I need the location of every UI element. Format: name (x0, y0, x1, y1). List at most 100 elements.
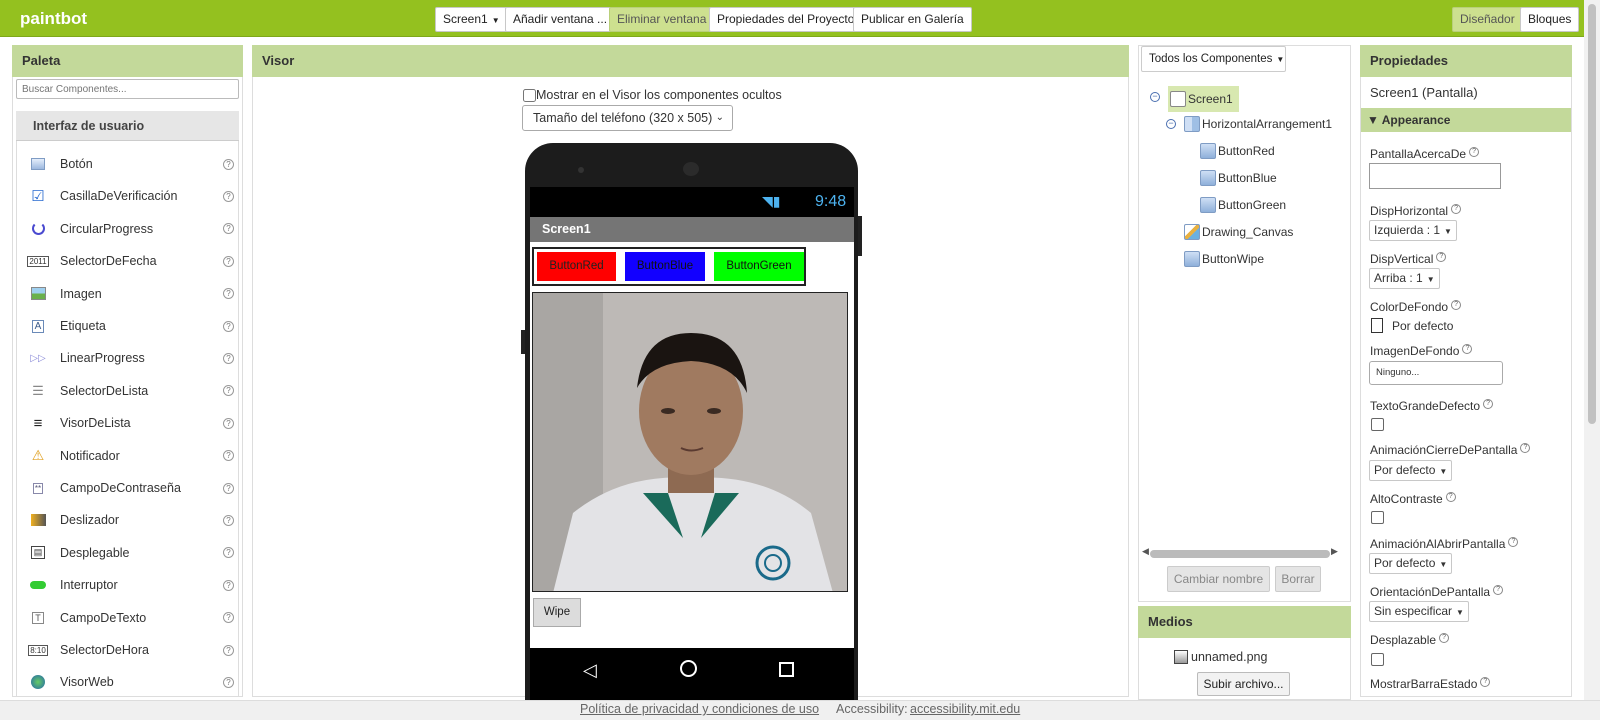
add-screen-button[interactable]: Añadir ventana ... (505, 7, 616, 32)
recents-icon[interactable] (779, 662, 794, 677)
palette-item-desplegable[interactable]: ▤ Desplegable? (18, 537, 240, 569)
help-icon[interactable]: ? (223, 514, 234, 526)
blocks-button[interactable]: Bloques (1520, 7, 1580, 32)
open-anim-select[interactable]: Por defecto ▼ (1369, 553, 1453, 574)
help-icon[interactable]: ? (223, 482, 234, 494)
appearance-section[interactable]: ▼ Appearance (1361, 108, 1571, 132)
remove-screen-button[interactable]: Eliminar ventana (609, 7, 715, 32)
media-file-item[interactable]: unnamed.png (1174, 650, 1267, 664)
palette-item-etiqueta[interactable]: A Etiqueta? (18, 310, 240, 342)
palette-item-selectordehora[interactable]: 8:10 SelectorDeHora? (18, 634, 240, 666)
tree-item-drawing_canvas[interactable]: Drawing_Canvas (1184, 221, 1293, 243)
palette-item-campodetexto[interactable]: T CampoDeTexto? (18, 602, 240, 634)
palette-item-deslizador[interactable]: Deslizador? (18, 504, 240, 536)
help-icon[interactable]: ? (223, 158, 234, 170)
help-icon[interactable]: ? (223, 352, 234, 364)
scroll-right-icon[interactable]: ▶ (1331, 546, 1338, 557)
publish-button[interactable]: Publicar en Galería (853, 7, 972, 32)
palette-item-casilladeverificación[interactable]: ☑ CasillaDeVerificación? (18, 180, 240, 212)
tree-item-buttongreen[interactable]: ButtonGreen (1200, 194, 1286, 216)
accessibility-link[interactable]: accessibility.mit.edu (910, 702, 1020, 716)
help-icon[interactable]: ? (1451, 204, 1462, 214)
drawing-canvas[interactable] (532, 292, 848, 592)
valign-select[interactable]: Arriba : 1 ▼ (1369, 268, 1440, 289)
back-icon[interactable]: ◁ (583, 660, 597, 681)
help-icon[interactable]: ? (223, 288, 234, 300)
palette-section-user-interface[interactable]: Interfaz de usuario (16, 111, 239, 141)
help-icon[interactable]: ? (1451, 300, 1462, 310)
privacy-link[interactable]: Política de privacidad y condiciones de … (580, 702, 819, 716)
palette-item-visordelista[interactable]: ≡ VisorDeLista? (18, 407, 240, 439)
tree-item-screen1[interactable]: Screen1 (1168, 86, 1239, 112)
help-icon[interactable]: ? (223, 612, 234, 624)
palette-item-selectordelista[interactable]: ☰ SelectorDeLista? (18, 375, 240, 407)
upload-file-button[interactable]: Subir archivo... (1197, 672, 1290, 696)
help-icon[interactable]: ? (223, 644, 234, 656)
tree-item-buttonred[interactable]: ButtonRed (1200, 140, 1275, 162)
about-textarea[interactable] (1369, 163, 1501, 189)
scrollbar-thumb[interactable] (1588, 4, 1596, 424)
home-icon[interactable] (680, 660, 697, 677)
scroll-left-icon[interactable]: ◀ (1142, 546, 1149, 557)
help-icon[interactable]: ? (223, 255, 234, 267)
help-icon[interactable]: ? (223, 676, 234, 688)
palette-item-imagen[interactable]: Imagen? (18, 278, 240, 310)
help-icon[interactable]: ? (1439, 633, 1450, 643)
bgimage-picker[interactable]: Ninguno... (1369, 361, 1503, 385)
button-green[interactable]: ButtonGreen (714, 252, 804, 281)
help-icon[interactable]: ? (1483, 399, 1494, 409)
halign-select[interactable]: Izquierda : 1 ▼ (1369, 220, 1457, 241)
components-filter-dropdown[interactable]: Todos los Componentes ▼ (1141, 46, 1286, 72)
contrast-checkbox[interactable] (1371, 511, 1384, 524)
help-icon[interactable]: ? (223, 385, 234, 397)
rename-button[interactable]: Cambiar nombre (1167, 566, 1270, 592)
help-icon[interactable]: ? (223, 547, 234, 559)
palette-item-linearprogress[interactable]: ▷▷ LinearProgress? (18, 342, 240, 374)
bigtext-checkbox[interactable] (1371, 418, 1384, 431)
help-icon[interactable]: ? (223, 223, 234, 235)
palette-item-interruptor[interactable]: Interruptor? (18, 569, 240, 601)
help-icon[interactable]: ? (1462, 344, 1473, 354)
help-icon[interactable]: ? (223, 190, 234, 202)
bgcolor-picker[interactable]: Por defecto (1371, 318, 1453, 333)
help-icon[interactable]: ? (1445, 492, 1456, 502)
search-components-input[interactable] (16, 79, 239, 99)
palette-item-visorweb[interactable]: VisorWeb? (18, 666, 240, 698)
button-red[interactable]: ButtonRed (537, 252, 616, 281)
help-icon[interactable]: ? (1436, 252, 1447, 262)
screen-select-button[interactable]: Screen1 ▼ (435, 7, 508, 32)
palette-item-notificador[interactable]: ⚠ Notificador? (18, 440, 240, 472)
project-properties-button[interactable]: Propiedades del Proyecto (709, 7, 863, 32)
tree-horizontal-scrollbar[interactable] (1150, 550, 1330, 558)
help-icon[interactable]: ? (1469, 147, 1480, 157)
orientation-select[interactable]: Sin especificar ▼ (1369, 601, 1469, 622)
phone-size-select[interactable]: Tamaño del teléfono (320 x 505) ⌄ (522, 105, 733, 131)
help-icon[interactable]: ? (1508, 537, 1519, 547)
delete-button[interactable]: Borrar (1275, 566, 1321, 592)
tree-item-buttonblue[interactable]: ButtonBlue (1200, 167, 1277, 189)
palette-item-campodecontraseña[interactable]: ** CampoDeContraseña? (18, 472, 240, 504)
wipe-button[interactable]: Wipe (533, 598, 581, 627)
help-icon[interactable]: ? (223, 320, 234, 332)
collapse-toggle-icon[interactable]: − (1150, 92, 1160, 102)
app-logo[interactable]: paintbot (20, 9, 87, 29)
button-blue[interactable]: ButtonBlue (625, 252, 705, 281)
palette-item-selectordefecha[interactable]: 2011 SelectorDeFecha? (18, 245, 240, 277)
help-icon[interactable]: ? (223, 579, 234, 591)
designer-button[interactable]: Diseñador (1452, 7, 1523, 32)
collapse-toggle-icon[interactable]: − (1166, 119, 1176, 129)
help-icon[interactable]: ? (223, 417, 234, 429)
close-anim-select[interactable]: Por defecto ▼ (1369, 460, 1453, 481)
horizontal-arrangement[interactable]: ButtonRed ButtonBlue ButtonGreen (532, 247, 806, 286)
page-scrollbar[interactable] (1584, 0, 1600, 700)
help-icon[interactable]: ? (1493, 585, 1504, 595)
tree-item-buttonwipe[interactable]: ButtonWipe (1184, 248, 1264, 270)
help-icon[interactable]: ? (223, 450, 234, 462)
palette-item-circularprogress[interactable]: CircularProgress? (18, 213, 240, 245)
palette-item-botón[interactable]: Botón? (18, 148, 240, 180)
scrollable-checkbox[interactable] (1371, 653, 1384, 666)
show-hidden-checkbox[interactable] (523, 88, 536, 102)
help-icon[interactable]: ? (1480, 677, 1491, 687)
tree-item-horizontalarrangement1[interactable]: HorizontalArrangement1 (1184, 113, 1332, 135)
help-icon[interactable]: ? (1520, 443, 1531, 453)
